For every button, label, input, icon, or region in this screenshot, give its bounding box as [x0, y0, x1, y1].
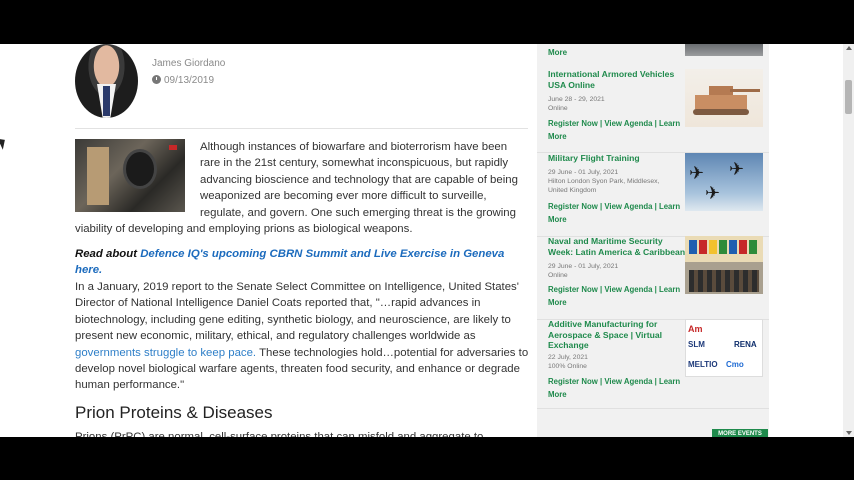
jets-image[interactable]: ✈ ✈ ✈	[685, 153, 763, 211]
browser-viewport: James Giordano 09/13/2019 Although insta…	[0, 44, 854, 437]
event-location: Online	[548, 105, 568, 112]
scroll-up-arrow-icon[interactable]	[846, 46, 852, 50]
article-intro: Although instances of biowarfare and bio…	[75, 141, 518, 236]
tank-image[interactable]	[685, 69, 763, 127]
event-links[interactable]: Register Now | View Agenda | Learn More	[548, 117, 698, 143]
event-location: 100% Online	[548, 363, 587, 370]
event-title[interactable]: Naval and Maritime Security Week: Latin …	[548, 236, 688, 257]
event-card: International Armored Vehicles USA Onlin…	[537, 69, 769, 153]
post-date: 09/13/2019	[152, 74, 214, 86]
mouse-cursor-icon	[0, 136, 9, 150]
clock-icon	[152, 75, 161, 84]
more-events-button[interactable]: MORE EVENTS	[712, 429, 768, 437]
section-heading: Prion Proteins & Diseases	[75, 403, 273, 422]
am-logos-image[interactable]: Am SLM RENA MELTIO Cmo	[685, 319, 763, 377]
events-sidebar: More International Armored Vehicles USA …	[537, 44, 769, 437]
event-card: Naval and Maritime Security Week: Latin …	[537, 236, 769, 320]
event-links[interactable]: Register Now | View Agenda | Learn More	[548, 375, 698, 401]
letterbox-top	[0, 0, 854, 44]
event-location: Hilton London Syon Park, Middlesex,	[548, 178, 660, 185]
scroll-down-arrow-icon[interactable]	[846, 431, 852, 435]
flags-image[interactable]	[685, 236, 763, 294]
previous-event-more-link[interactable]: More	[548, 48, 567, 57]
event-location: Online	[548, 272, 568, 279]
read-about-label: Read about	[75, 248, 138, 260]
event-date: June 28 - 29, 2021	[548, 96, 605, 103]
cbrn-summit-link[interactable]: Defence IQ's upcoming CBRN Summit and Li…	[75, 248, 504, 276]
governments-link[interactable]: governments struggle to keep pace.	[75, 347, 256, 359]
event-date: 22 July, 2021	[548, 354, 588, 361]
article-paragraph-3: Prions (PrPC) are normal, cell-surface p…	[75, 431, 484, 437]
divider	[75, 128, 528, 129]
event-date: 29 June - 01 July, 2021	[548, 263, 619, 270]
article-paragraph-2: In a January, 2019 report to the Senate …	[75, 281, 529, 392]
event-links[interactable]: Register Now | View Agenda | Learn More	[548, 200, 698, 226]
letterbox-bottom	[0, 437, 854, 480]
read-about-line: Read about Defence IQ's upcoming CBRN Su…	[75, 246, 527, 279]
event-title[interactable]: Additive Manufacturing for Aerospace & S…	[548, 319, 688, 351]
event-title[interactable]: Military Flight Training	[548, 153, 688, 164]
scroll-thumb[interactable]	[845, 80, 852, 114]
previous-event-image[interactable]	[685, 44, 763, 56]
author-avatar	[75, 44, 138, 118]
event-location-country: United Kingdom	[548, 187, 597, 194]
event-card: Additive Manufacturing for Aerospace & S…	[537, 319, 769, 409]
event-date: 29 June - 01 July, 2021	[548, 169, 619, 176]
author-name[interactable]: James Giordano	[152, 58, 225, 69]
page-scrollbar[interactable]	[843, 44, 854, 437]
event-links[interactable]: Register Now | View Agenda | Learn More	[548, 283, 698, 309]
event-title[interactable]: International Armored Vehicles USA Onlin…	[548, 69, 688, 90]
event-card: Military Flight Training 29 June - 01 Ju…	[537, 153, 769, 237]
